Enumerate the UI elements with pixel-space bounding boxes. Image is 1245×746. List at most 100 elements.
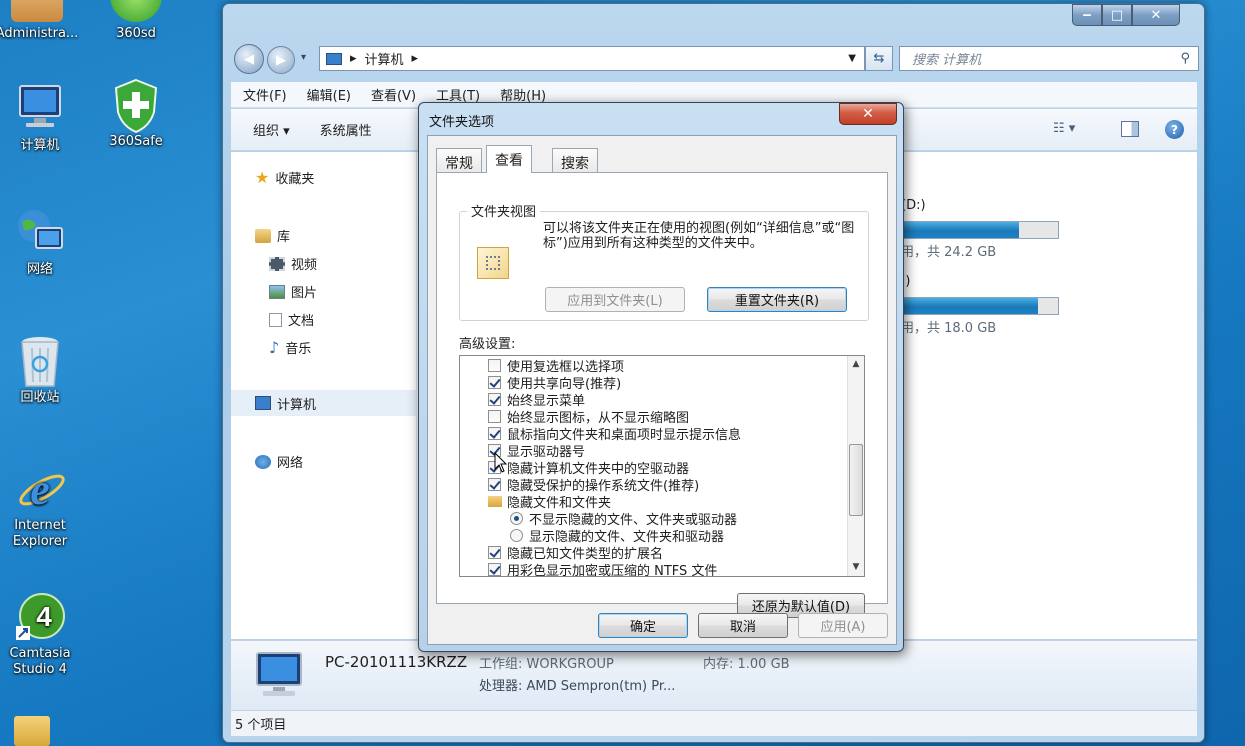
drive-e[interactable]: :) <box>901 274 1081 289</box>
advanced-settings-list[interactable]: 使用复选框以选择项 使用共享向导(推荐) 始终显示菜单 始终显示图标，从不显示缩略图鼠… <box>459 355 865 577</box>
drive-d-usage-text: 用，共 24.2 GB <box>901 245 997 260</box>
navigation-bar: ◀ ▶ ▾ ▸ 计算机 ▸ ▼ ⇆ 搜索 计算机 ⚲ <box>231 44 1199 74</box>
nav-network[interactable]: 网络 <box>255 452 303 471</box>
address-bar[interactable]: ▸ 计算机 ▸ ▼ <box>319 46 865 71</box>
item-count: 5 个项目 <box>235 718 287 733</box>
nav-label: 网络 <box>277 456 304 471</box>
tab-search[interactable]: 搜索 <box>552 148 598 172</box>
setting-row[interactable]: 隐藏已知文件类型的扩展名 <box>488 544 663 562</box>
nav-computer[interactable]: 计算机 <box>231 390 416 416</box>
nav-documents[interactable]: 文档 <box>269 310 314 329</box>
setting-row[interactable]: 显示隐藏的文件、文件夹和驱动器 <box>510 527 724 545</box>
setting-radio[interactable] <box>510 529 523 542</box>
setting-row[interactable]: 隐藏计算机文件夹中的空驱动器 <box>488 459 689 477</box>
desktop-icon-label: 360Safe <box>109 134 163 149</box>
scroll-thumb[interactable] <box>849 444 863 516</box>
setting-row[interactable]: 不显示隐藏的文件、文件夹或驱动器 <box>510 510 737 528</box>
refresh-button[interactable]: ⇆ <box>865 46 893 71</box>
maximize-button[interactable]: □ <box>1102 4 1132 26</box>
reset-folders-button[interactable]: 重置文件夹(R) <box>707 287 847 312</box>
preview-pane-icon[interactable] <box>1121 121 1139 137</box>
history-dropdown[interactable]: ▾ <box>301 52 306 63</box>
minimize-button[interactable]: ‒ <box>1072 4 1102 26</box>
desktop-icon-internet-explorer[interactable]: e Internet Explorer <box>0 462 85 550</box>
nav-label: 文档 <box>288 314 315 329</box>
dialog-title: 文件夹选项 <box>429 115 495 130</box>
dialog-close-button[interactable]: ✕ <box>839 103 897 125</box>
tab-general[interactable]: 常规 <box>436 148 482 172</box>
setting-row[interactable]: 始终显示图标，从不显示缩略图 <box>488 408 689 426</box>
setting-row[interactable]: 鼠标指向文件夹和桌面项时显示提示信息 <box>488 425 741 443</box>
setting-checkbox[interactable] <box>488 393 501 406</box>
search-input[interactable]: 搜索 计算机 ⚲ <box>899 46 1199 71</box>
scroll-up-arrow[interactable]: ▲ <box>848 356 864 373</box>
search-icon[interactable]: ⚲ <box>1180 51 1190 66</box>
settings-scrollbar[interactable]: ▲ ▼ <box>847 356 864 576</box>
desktop-icon-recycle-bin[interactable]: 回收站 <box>0 334 85 406</box>
processor: 处理器: AMD Sempron(tm) Pr... <box>479 679 676 694</box>
desktop-icon-administrator[interactable]: Administra... <box>0 0 82 42</box>
setting-row[interactable]: 始终显示菜单 <box>488 391 585 409</box>
setting-checkbox[interactable] <box>488 359 501 372</box>
setting-checkbox[interactable] <box>488 427 501 440</box>
nav-videos[interactable]: 视频 <box>269 254 317 273</box>
setting-row[interactable]: 使用共享向导(推荐) <box>488 374 621 392</box>
nav-label: 视频 <box>291 258 318 273</box>
setting-radio[interactable] <box>510 512 523 525</box>
view-options-icon[interactable]: ☷ ▾ <box>1053 121 1089 136</box>
drive-d[interactable]: (D:) <box>901 198 1081 213</box>
cancel-button[interactable]: 取消 <box>698 613 788 638</box>
setting-row[interactable]: 隐藏文件和文件夹 <box>488 493 611 511</box>
setting-checkbox[interactable] <box>488 410 501 423</box>
menu-edit[interactable]: 编辑(E) <box>307 85 351 104</box>
setting-row[interactable]: 使用复选框以选择项 <box>488 357 624 375</box>
desktop-icon-label: Internet Explorer <box>12 518 68 549</box>
forward-button[interactable]: ▶ <box>267 46 295 74</box>
organize-button[interactable]: 组织 ▾ <box>253 120 290 139</box>
network-icon <box>14 206 66 258</box>
setting-checkbox[interactable] <box>488 478 501 491</box>
ok-button[interactable]: 确定 <box>598 613 688 638</box>
scroll-down-arrow[interactable]: ▼ <box>848 559 864 576</box>
desktop-icon-label: 计算机 <box>20 138 60 153</box>
dialog-body: 常规 查看 搜索 文件夹视图 可以将该文件夹正在使用的视图(例如“详细信息”或“… <box>427 135 897 645</box>
menu-view[interactable]: 查看(V) <box>371 85 416 104</box>
desktop-icon-computer[interactable]: 计算机 <box>0 82 85 154</box>
setting-row[interactable]: 隐藏受保护的操作系统文件(推荐) <box>488 476 699 494</box>
nav-label: 库 <box>277 230 291 245</box>
library-icon <box>255 228 271 243</box>
nav-label: 音乐 <box>285 342 312 357</box>
drive-d-usage-bar <box>901 221 1059 239</box>
nav-libraries[interactable]: 库 <box>255 226 290 245</box>
menu-file[interactable]: 文件(F) <box>243 85 287 104</box>
computer-icon <box>14 82 66 134</box>
breadcrumb-computer[interactable]: 计算机 <box>365 49 404 68</box>
desktop-icon-360sd[interactable]: 360sd <box>91 0 181 42</box>
desktop-icon-network[interactable]: 网络 <box>0 206 85 278</box>
desktop-icon-label: Administra... <box>0 26 79 41</box>
nav-pictures[interactable]: 图片 <box>269 282 317 301</box>
desktop-icon-label: 回收站 <box>20 390 60 405</box>
nav-music[interactable]: ♪ 音乐 <box>269 338 311 357</box>
setting-checkbox[interactable] <box>488 546 501 559</box>
video-icon <box>269 256 285 271</box>
nav-favorites[interactable]: ★ 收藏夹 <box>255 168 314 187</box>
apply-to-folders-button[interactable]: 应用到文件夹(L) <box>545 287 685 312</box>
setting-row[interactable]: 用彩色显示加密或压缩的 NTFS 文件 <box>488 561 717 576</box>
desktop-icon-360safe[interactable]: 360Safe <box>91 78 181 150</box>
folder-icon[interactable] <box>14 716 50 746</box>
desktop-icon-camtasia[interactable]: 4 Camtasia Studio 4 <box>0 590 85 678</box>
window-close-button[interactable]: ✕ <box>1132 4 1180 26</box>
back-button[interactable]: ◀ <box>234 44 264 74</box>
nav-label: 图片 <box>291 286 318 301</box>
ie-icon: e <box>14 462 66 514</box>
address-dropdown-icon[interactable]: ▼ <box>848 53 856 64</box>
help-icon[interactable]: ? <box>1165 120 1184 139</box>
setting-checkbox[interactable] <box>488 376 501 389</box>
apply-button[interactable]: 应用(A) <box>798 613 888 638</box>
computer-large-icon <box>253 651 307 703</box>
tab-view[interactable]: 查看 <box>486 145 532 173</box>
setting-checkbox[interactable] <box>488 563 501 576</box>
breadcrumb-chevron-icon[interactable]: ▸ <box>412 51 419 66</box>
system-properties-button[interactable]: 系统属性 <box>320 120 372 139</box>
